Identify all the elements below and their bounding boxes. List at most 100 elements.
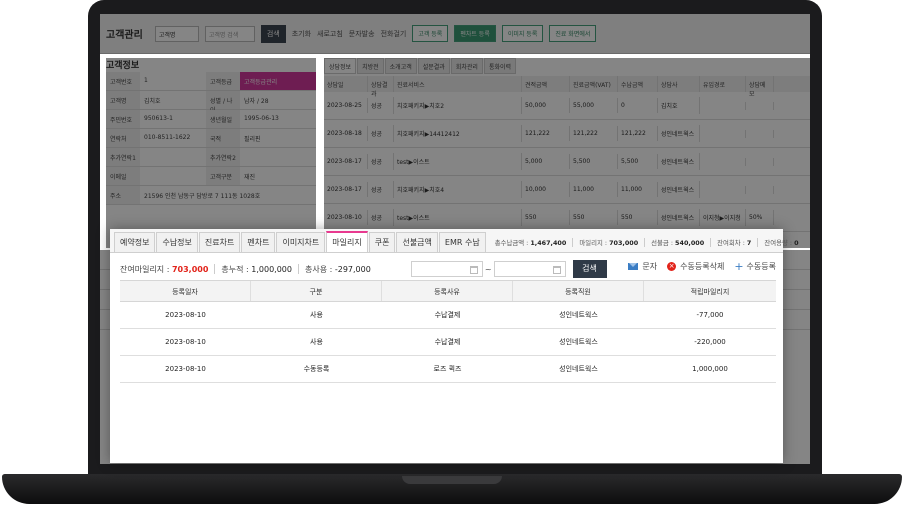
info-key: 연락처: [106, 129, 140, 147]
tab-image-chart[interactable]: 이미지차트: [276, 232, 326, 252]
tab-consult-info[interactable]: 상담정보: [324, 58, 357, 74]
calendar-icon[interactable]: [469, 266, 478, 274]
info-key: 생년월일: [206, 110, 240, 128]
balance-value: 703,000: [171, 264, 209, 274]
consult-cell: 성인네트웍스: [658, 125, 700, 142]
consult-table-body: 2023-08-25 성공 치호패키지▶치호2 50,000 55,000 0 김치호 202…: [324, 92, 810, 232]
call-link[interactable]: 전화걸기: [381, 29, 407, 39]
column-header: 적립마일리지: [690, 288, 730, 296]
mileage-search-button[interactable]: 검색: [572, 260, 607, 278]
info-key: 주민번호: [106, 110, 140, 128]
consult-cell: 2023-08-10: [324, 210, 368, 225]
tab-pen-chart[interactable]: 펜차트: [241, 232, 276, 252]
manual-delete-button[interactable]: × 수동등록삭제: [667, 261, 724, 272]
info-value: 010-8511-1622: [144, 134, 191, 141]
consult-cell: 550: [570, 210, 618, 225]
column-header: 등록사유: [382, 281, 513, 301]
tab-referral[interactable]: 소개고객: [384, 58, 417, 74]
cell-staff: 성인네트웍스: [559, 338, 598, 346]
tab-survey[interactable]: 설문결과: [417, 58, 450, 74]
consult-cell: [700, 157, 746, 166]
info-value: 950613-1: [144, 115, 173, 122]
tab-reservation[interactable]: 예약정보: [114, 232, 156, 252]
tab-call-history[interactable]: 통화이력: [483, 58, 517, 74]
consult-cell: [746, 185, 774, 194]
info-key: 고객구분: [206, 167, 240, 185]
consult-cell: 2023-08-17: [324, 154, 368, 169]
consult-row[interactable]: 2023-08-17 성공 test▶이스트 5,000 5,500 5,500 성인네트웍…: [324, 148, 810, 176]
column-header: 등록일자: [120, 281, 251, 301]
stat-prepaid: 선불금 : 540,000: [651, 237, 712, 247]
stat-remaining-sessions: 잔여회차 : 7: [717, 237, 759, 247]
search-button[interactable]: 검색: [260, 24, 286, 43]
column-header: 견적금액: [522, 76, 570, 92]
tab-coupon[interactable]: 쿠폰: [368, 232, 396, 252]
manual-add-button[interactable]: + 수동등록: [734, 261, 776, 272]
column-header: 상담일: [324, 76, 368, 92]
info-row: 주소 21596 인천 남동구 담방로 7 111동 1028호: [106, 186, 316, 205]
tab-prescription[interactable]: 치방전: [357, 58, 384, 74]
tab-emr-payment[interactable]: EMR 수납: [438, 232, 486, 252]
consult-row[interactable]: 2023-08-25 성공 치호패키지▶치호2 50,000 55,000 0 김치호: [324, 92, 810, 120]
tab-mileage[interactable]: 마일리지: [326, 231, 368, 252]
total-value: 1,000,000: [251, 264, 292, 274]
register-customer-button[interactable]: 고객 등록: [412, 25, 449, 42]
popup-tabs: 예약정보 수납정보 진료차트 펜차트 이미지차트 마일리지 쿠폰 선불금액 EM…: [110, 229, 799, 253]
consult-panel: 상담정보 치방전 소개고객 설문결과 회차관리 통화이력 상담일 상담결과 진료…: [324, 58, 810, 248]
cell-reason: 수납결제: [434, 311, 461, 319]
start-date-input[interactable]: [410, 261, 483, 277]
info-value: 김치호: [144, 98, 161, 105]
consult-cell: [746, 129, 774, 138]
register-penchart-button[interactable]: 펜차트 등록: [454, 25, 496, 42]
info-value: 남자 / 28: [244, 98, 269, 105]
consult-cell: 치호패키지▶치호2: [394, 97, 522, 114]
tab-medical-chart[interactable]: 진료차트: [198, 232, 241, 252]
consult-cell: 121,222: [522, 126, 570, 141]
table-row[interactable]: 2023-08-10 사용 수납결제 성인네트웍스 -77,000: [120, 302, 776, 329]
sms-label: 문자: [642, 262, 658, 271]
info-value: 재진: [244, 174, 256, 181]
consult-cell: [700, 185, 746, 194]
sms-button[interactable]: 문자: [628, 261, 657, 272]
consult-cell: [700, 129, 746, 138]
search-input[interactable]: 고객명 검색: [204, 25, 255, 42]
consult-cell: 성공: [368, 209, 394, 226]
search-type-select[interactable]: 고객명: [154, 25, 199, 42]
consult-cell: 550: [522, 210, 570, 225]
info-row: 주민번호 950613-1 생년월일 1995-06-13: [106, 110, 316, 129]
grade-badge[interactable]: 고객등급관리: [240, 72, 316, 90]
laptop-notch: [402, 476, 502, 484]
refresh-link[interactable]: 새로고침: [317, 29, 343, 39]
summary-stats: 총수납금액 : 1,467,400 마일리지 : 703,000 선불금 : 5…: [495, 232, 811, 252]
table-row[interactable]: 2023-08-10 사용 수납결제 성인네트웍스 -220,000: [120, 329, 776, 356]
calendar-icon[interactable]: [552, 266, 561, 274]
end-date-input[interactable]: [493, 261, 566, 277]
used-label: 총사용 :: [304, 264, 333, 274]
cell-type: 사용: [310, 311, 323, 319]
consult-cell: 0: [618, 98, 658, 113]
column-header: 등록직원: [513, 281, 644, 301]
column-header: 진료서비스: [394, 76, 522, 92]
consult-cell: [746, 101, 774, 110]
treatment-screen-button[interactable]: 진료 화면에서: [549, 25, 597, 42]
consult-cell: 50,000: [522, 98, 570, 113]
consult-row[interactable]: 2023-08-18 성공 치호패키지▶14412412 121,222 121,222…: [324, 120, 810, 148]
tab-payment[interactable]: 수납정보: [156, 232, 198, 252]
customer-info-header: 고객정보: [106, 58, 316, 72]
tab-sessions[interactable]: 회차관리: [450, 58, 483, 74]
register-image-button[interactable]: 이미지 등록: [501, 25, 544, 42]
info-key: 고객등급: [206, 72, 240, 90]
consult-cell: [700, 101, 746, 110]
info-row: 이메일 고객구분 재진: [106, 167, 316, 186]
consult-row[interactable]: 2023-08-17 성공 치호패키지▶치호4 10,000 11,000 11,000 성…: [324, 176, 810, 204]
tab-prepaid[interactable]: 선불금액: [396, 232, 438, 252]
sms-link[interactable]: 문자발송: [349, 29, 375, 39]
reset-link[interactable]: 초기화: [292, 29, 311, 39]
table-row[interactable]: 2023-08-10 수동등록 로즈 퀵즈 성인네트웍스 1,000,000: [120, 356, 776, 383]
column-header: 상담결과: [368, 76, 394, 98]
consult-cell: 성공: [368, 181, 394, 198]
consult-cell: 성공: [368, 153, 394, 170]
cell-date: 2023-08-10: [165, 365, 206, 373]
cell-mileage: 1,000,000: [692, 365, 728, 373]
consult-row[interactable]: 2023-08-10 성공 test▶이스트 550 550 550 성인네트웍스 이지청▶이…: [324, 204, 810, 232]
